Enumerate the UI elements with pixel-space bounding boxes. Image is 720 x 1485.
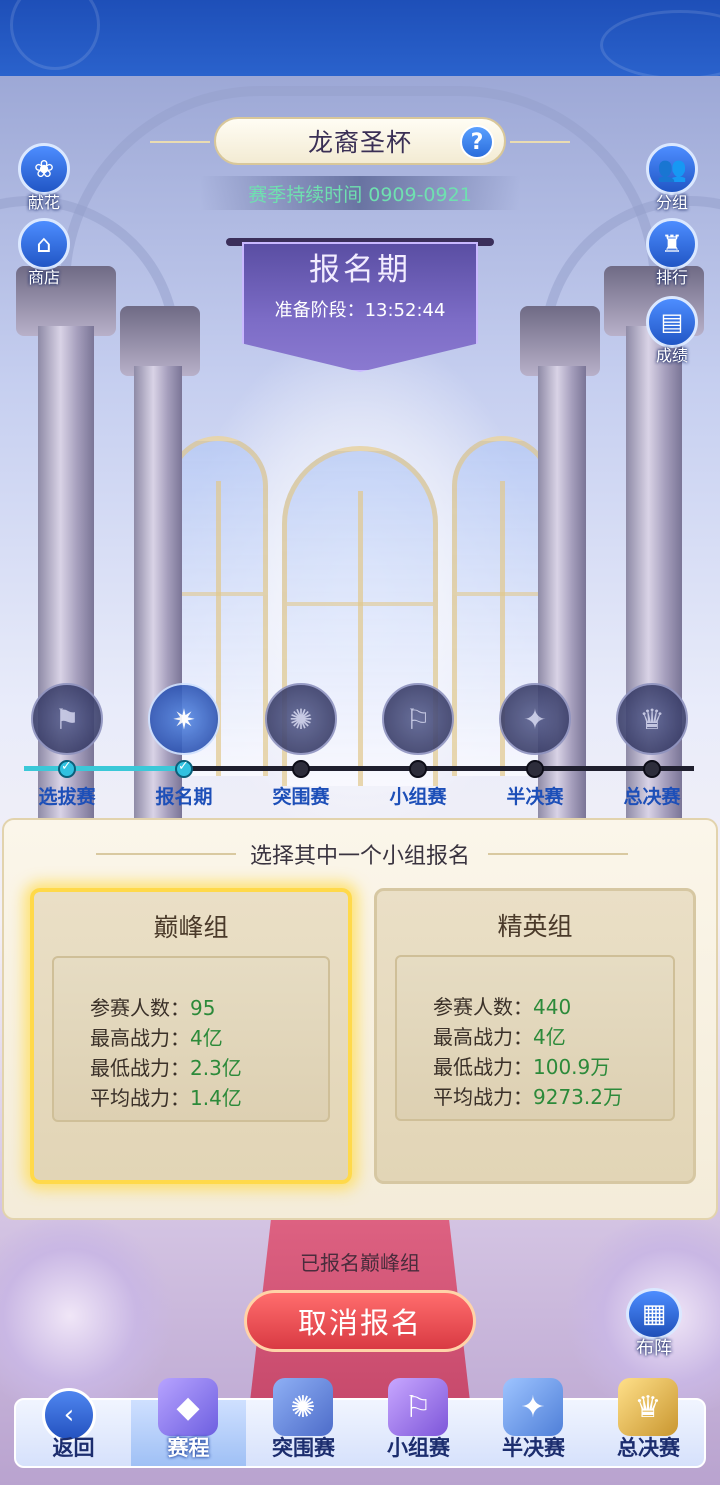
title-banner: 龙裔圣杯 ?: [150, 117, 570, 165]
stage-label-semifinal: 半决赛: [506, 786, 564, 808]
shield-icon: ✦: [503, 1378, 563, 1436]
progress-track-completed: [24, 766, 184, 771]
grid-icon: ▦: [626, 1288, 682, 1340]
nav-label: 半决赛: [502, 1436, 565, 1460]
flower-button[interactable]: ❀ 献花: [14, 143, 74, 215]
ranking-label: 排行: [655, 268, 688, 287]
stat-max-power: 最高战力：4亿: [90, 1026, 223, 1050]
shop-label: 商店: [27, 268, 60, 287]
stat-avg-power: 平均战力：1.4亿: [90, 1086, 242, 1110]
panel-heading: 选择其中一个小组报名: [249, 844, 470, 869]
page-title: 龙裔圣杯: [307, 128, 412, 157]
stage-qualifier-flag-icon[interactable]: ⚑: [31, 683, 103, 755]
flower-icon: ❀: [18, 143, 70, 195]
stage-node-final: [643, 760, 661, 778]
ranking-icon: ♜: [646, 218, 698, 270]
nav-breakout[interactable]: ✺ 突围赛: [246, 1378, 361, 1466]
group-icon: 👥: [646, 143, 698, 195]
nav-label: 总决赛: [617, 1436, 680, 1460]
cancel-registration-button[interactable]: 取消报名: [244, 1290, 476, 1352]
stat-participants: 参赛人数：440: [433, 995, 572, 1019]
group-name: 精英组: [497, 912, 573, 941]
team-flag-icon: ⚐: [388, 1378, 448, 1436]
stage-registration-book-icon[interactable]: ✷: [148, 683, 220, 755]
stage-node-group: [409, 760, 427, 778]
stage-label-final: 总决赛: [623, 786, 681, 808]
results-button[interactable]: ▤ 成绩: [642, 296, 702, 368]
stage-node-semifinal: [526, 760, 544, 778]
group-button[interactable]: 👥 分组: [642, 143, 702, 215]
bottom-nav: ‹ 返回 ◆ 赛程 ✺ 突围赛 ⚐ 小组赛 ✦ 半决赛 ♛ 总决赛: [14, 1378, 706, 1468]
formation-label: 布阵: [636, 1338, 672, 1359]
nav-label: 返回: [52, 1436, 95, 1460]
stat-min-power: 最低战力：100.9万: [433, 1055, 611, 1079]
scroll-icon: ✺: [273, 1378, 333, 1436]
flower-label: 献花: [27, 193, 60, 212]
phase-countdown: 准备阶段：13:52:44: [274, 300, 446, 321]
stage-node-breakout: [292, 760, 310, 778]
crystal-icon: ◆: [158, 1378, 218, 1436]
stage-node-qualifier: [58, 759, 76, 778]
trophy-icon: ♛: [618, 1378, 678, 1436]
group-name: 巅峰组: [153, 913, 229, 942]
ranking-button[interactable]: ♜ 排行: [642, 218, 702, 290]
group-selection-panel: 选择其中一个小组报名 巅峰组 参赛人数：95 最高战力：4亿 最低战力：2.3亿…: [2, 818, 718, 1220]
help-icon[interactable]: ?: [460, 125, 494, 159]
nav-schedule[interactable]: ◆ 赛程: [131, 1378, 246, 1466]
phase-banner: 报名期 准备阶段：13:52:44: [226, 238, 494, 376]
stage-breakout-scroll-icon[interactable]: ✺: [265, 683, 337, 755]
season-duration-text: 赛季持续时间 0909-0921: [248, 183, 472, 206]
stage-group-flag-icon[interactable]: ⚐: [382, 683, 454, 755]
stage-semifinal-shield-icon[interactable]: ✦: [499, 683, 571, 755]
stat-max-power: 最高战力：4亿: [433, 1025, 566, 1049]
season-duration: 赛季持续时间 0909-0921: [200, 176, 520, 210]
results-label: 成绩: [655, 346, 688, 365]
stat-min-power: 最低战力：2.3亿: [90, 1056, 242, 1080]
stage-label-qualifier: 选拔赛: [38, 786, 96, 808]
shop-icon: ⌂: [18, 218, 70, 270]
group-label: 分组: [655, 193, 688, 212]
stage-final-trophy-icon[interactable]: ♛: [616, 683, 688, 755]
stage-label-breakout: 突围赛: [272, 786, 330, 808]
nav-label: 小组赛: [387, 1436, 450, 1460]
nav-group-stage[interactable]: ⚐ 小组赛: [361, 1378, 476, 1466]
shop-button[interactable]: ⌂ 商店: [14, 218, 74, 290]
formation-button[interactable]: ▦ 布阵: [622, 1288, 686, 1360]
stage-node-registration: [175, 759, 193, 778]
stage-label-registration: 报名期: [155, 786, 213, 808]
top-bar: [0, 0, 720, 76]
results-icon: ▤: [646, 296, 698, 348]
nav-back[interactable]: ‹ 返回: [16, 1388, 131, 1466]
nav-semifinal[interactable]: ✦ 半决赛: [476, 1378, 591, 1466]
phase-title: 报名期: [309, 252, 411, 288]
stat-avg-power: 平均战力：9273.2万: [433, 1085, 623, 1109]
registration-status: 已报名巅峰组: [300, 1251, 420, 1275]
group-card-elite[interactable]: 精英组 参赛人数：440 最高战力：4亿 最低战力：100.9万 平均战力：92…: [374, 888, 696, 1184]
nav-label: 突围赛: [272, 1436, 335, 1460]
nav-final[interactable]: ♛ 总决赛: [591, 1378, 706, 1466]
group-card-peak[interactable]: 巅峰组 参赛人数：95 最高战力：4亿 最低战力：2.3亿 平均战力：1.4亿: [30, 888, 352, 1184]
stage-label-group: 小组赛: [389, 786, 447, 808]
stat-participants: 参赛人数：95: [90, 996, 216, 1020]
nav-label: 赛程: [167, 1436, 210, 1460]
